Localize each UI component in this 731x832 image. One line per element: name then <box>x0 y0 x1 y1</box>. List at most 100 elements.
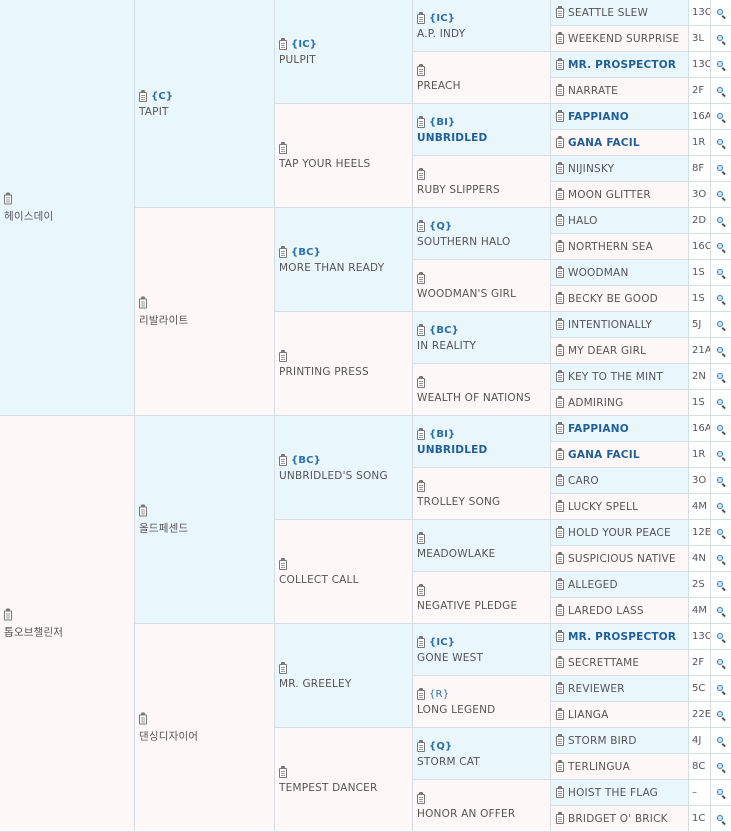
horse-name[interactable]: 톱오브챌린저 <box>4 624 132 639</box>
horse-name[interactable]: TERLINGUA <box>568 761 630 773</box>
search-button[interactable] <box>711 364 731 390</box>
clipboard-icon[interactable] <box>417 271 425 284</box>
g2-horse-cell[interactable]: {C} TAPIT <box>135 0 275 208</box>
g5-horse-cell[interactable]: MY DEAR GIRL <box>551 338 689 364</box>
clipboard-icon[interactable] <box>417 687 425 700</box>
search-button[interactable] <box>711 52 731 78</box>
horse-name[interactable]: LIANGA <box>568 709 609 721</box>
g5-horse-cell[interactable]: WOODMAN <box>551 260 689 286</box>
g4-horse-cell[interactable]: WOODMAN'S GIRL <box>413 260 551 312</box>
horse-name[interactable]: SEATTLE SLEW <box>568 7 648 19</box>
search-button[interactable] <box>711 650 731 676</box>
horse-name[interactable]: WEEKEND SURPRISE <box>568 33 679 45</box>
horse-name[interactable]: WOODMAN <box>568 267 629 279</box>
g4-horse-cell[interactable]: PREACH <box>413 52 551 104</box>
clipboard-icon[interactable] <box>417 167 425 180</box>
g4-horse-cell[interactable]: {IC} GONE WEST <box>413 624 551 676</box>
clipboard-icon[interactable] <box>556 239 564 252</box>
search-button[interactable] <box>711 598 731 624</box>
clipboard-icon[interactable] <box>417 531 425 544</box>
clipboard-icon[interactable] <box>556 395 564 408</box>
g4-horse-cell[interactable]: {BC} IN REALITY <box>413 312 551 364</box>
g5-horse-cell[interactable]: GANA FACIL <box>551 442 689 468</box>
g3-horse-cell[interactable]: MR. GREELEY <box>275 624 413 728</box>
search-button[interactable] <box>711 520 731 546</box>
clipboard-icon[interactable] <box>279 141 287 154</box>
search-button[interactable] <box>711 0 731 26</box>
clipboard-icon[interactable] <box>556 109 564 122</box>
clipboard-icon[interactable] <box>417 635 425 648</box>
g5-horse-cell[interactable]: SECRETTAME <box>551 650 689 676</box>
g3-horse-cell[interactable]: TEMPEST DANCER <box>275 728 413 832</box>
clipboard-icon[interactable] <box>556 473 564 486</box>
g5-horse-cell[interactable]: INTENTIONALLY <box>551 312 689 338</box>
search-button[interactable] <box>711 416 731 442</box>
clipboard-icon[interactable] <box>556 681 564 694</box>
g5-horse-cell[interactable]: LUCKY SPELL <box>551 494 689 520</box>
horse-name[interactable]: LONG LEGEND <box>417 704 548 716</box>
search-button[interactable] <box>711 338 731 364</box>
g5-horse-cell[interactable]: NARRATE <box>551 78 689 104</box>
search-button[interactable] <box>711 494 731 520</box>
horse-name[interactable]: SECRETTAME <box>568 657 639 669</box>
clipboard-icon[interactable] <box>417 63 425 76</box>
clipboard-icon[interactable] <box>279 661 287 674</box>
g5-horse-cell[interactable]: HOIST THE FLAG <box>551 780 689 806</box>
g2-horse-cell[interactable]: 댄싱디자이어 <box>135 624 275 832</box>
g4-horse-cell[interactable]: {Q} STORM CAT <box>413 728 551 780</box>
clipboard-icon[interactable] <box>556 291 564 304</box>
g5-horse-cell[interactable]: TERLINGUA <box>551 754 689 780</box>
horse-name[interactable]: HOIST THE FLAG <box>568 787 658 799</box>
search-button[interactable] <box>711 182 731 208</box>
clipboard-icon[interactable] <box>556 603 564 616</box>
clipboard-icon[interactable] <box>556 421 564 434</box>
search-button[interactable] <box>711 156 731 182</box>
clipboard-icon[interactable] <box>417 375 425 388</box>
g5-horse-cell[interactable]: NIJINSKY <box>551 156 689 182</box>
horse-name[interactable]: WEALTH OF NATIONS <box>417 392 548 404</box>
clipboard-icon[interactable] <box>556 83 564 96</box>
horse-name[interactable]: HOLD YOUR PEACE <box>568 527 671 539</box>
clipboard-icon[interactable] <box>556 811 564 824</box>
horse-name[interactable]: HONOR AN OFFER <box>417 808 548 820</box>
g4-horse-cell[interactable]: {R} LONG LEGEND <box>413 676 551 728</box>
g3-horse-cell[interactable]: {BC} UNBRIDLED'S SONG <box>275 416 413 520</box>
horse-name[interactable]: ADMIRING <box>568 397 623 409</box>
g4-horse-cell[interactable]: NEGATIVE PLEDGE <box>413 572 551 624</box>
horse-name[interactable]: SUSPICIOUS NATIVE <box>568 553 676 565</box>
horse-name[interactable]: A.P. INDY <box>417 28 548 40</box>
clipboard-icon[interactable] <box>417 323 425 336</box>
clipboard-icon[interactable] <box>417 479 425 492</box>
horse-name[interactable]: UNBRIDLED'S SONG <box>279 470 410 482</box>
horse-name[interactable]: GANA FACIL <box>568 449 640 461</box>
search-button[interactable] <box>711 702 731 728</box>
g5-horse-cell[interactable]: ALLEGED <box>551 572 689 598</box>
g3-horse-cell[interactable]: TAP YOUR HEELS <box>275 104 413 208</box>
clipboard-icon[interactable] <box>556 57 564 70</box>
clipboard-icon[interactable] <box>556 213 564 226</box>
horse-name[interactable]: NARRATE <box>568 85 618 97</box>
horse-name[interactable]: PREACH <box>417 80 548 92</box>
clipboard-icon[interactable] <box>417 791 425 804</box>
g5-horse-cell[interactable]: HALO <box>551 208 689 234</box>
clipboard-icon[interactable] <box>279 557 287 570</box>
clipboard-icon[interactable] <box>556 343 564 356</box>
g3-horse-cell[interactable]: COLLECT CALL <box>275 520 413 624</box>
g5-horse-cell[interactable]: NORTHERN SEA <box>551 234 689 260</box>
search-button[interactable] <box>711 104 731 130</box>
horse-name[interactable]: 댄싱디자이어 <box>139 728 272 743</box>
clipboard-icon[interactable] <box>279 349 287 362</box>
g2-horse-cell[interactable]: 리발라이트 <box>135 208 275 416</box>
horse-name[interactable]: MY DEAR GIRL <box>568 345 646 357</box>
horse-name[interactable]: IN REALITY <box>417 340 548 352</box>
g5-horse-cell[interactable]: KEY TO THE MINT <box>551 364 689 390</box>
clipboard-icon[interactable] <box>556 655 564 668</box>
horse-name[interactable]: TEMPEST DANCER <box>279 782 410 794</box>
clipboard-icon[interactable] <box>556 577 564 590</box>
clipboard-icon[interactable] <box>556 499 564 512</box>
clipboard-icon[interactable] <box>556 733 564 746</box>
g2-horse-cell[interactable]: 올드페센드 <box>135 416 275 624</box>
clipboard-icon[interactable] <box>139 504 147 516</box>
horse-name[interactable]: KEY TO THE MINT <box>568 371 663 383</box>
clipboard-icon[interactable] <box>4 608 12 620</box>
